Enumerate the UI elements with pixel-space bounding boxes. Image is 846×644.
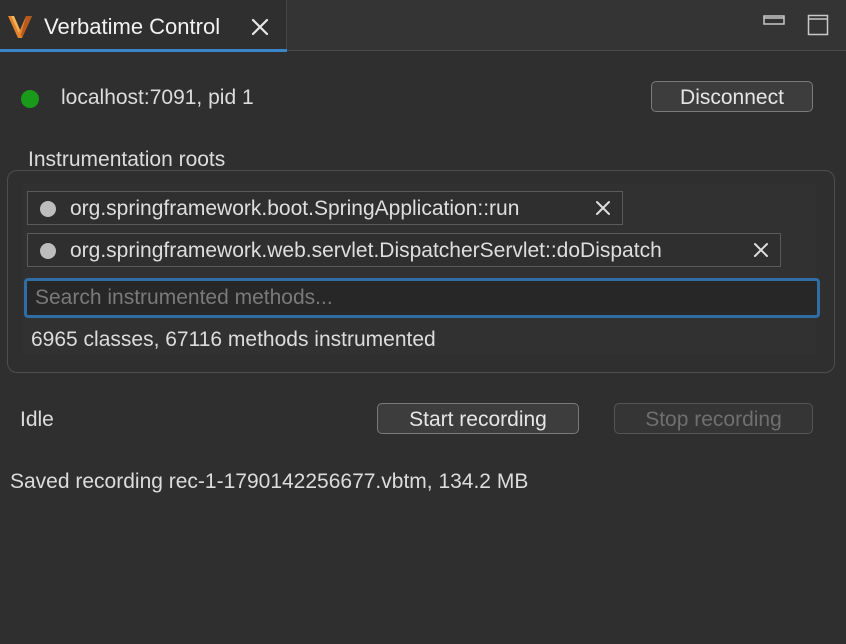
maximize-icon[interactable] (807, 14, 829, 36)
connection-status-indicator (21, 90, 39, 108)
recording-state-label: Idle (20, 408, 54, 431)
minimize-icon[interactable] (763, 14, 785, 28)
tab-active-indicator (0, 49, 287, 52)
root-chip-label: org.springframework.boot.SpringApplicati… (70, 197, 520, 220)
root-chip[interactable]: org.springframework.boot.SpringApplicati… (27, 191, 623, 225)
close-icon[interactable] (250, 17, 270, 37)
tab-title: Verbatime Control (44, 14, 221, 39)
saved-recording-message: Saved recording rec-1-1790142256677.vbtm… (10, 470, 529, 493)
view-tab-bar: Verbatime Control (0, 0, 846, 52)
instrumentation-roots-label: Instrumentation roots (28, 148, 226, 171)
search-instrumented-methods-input[interactable] (24, 278, 820, 318)
start-recording-button[interactable]: Start recording (377, 403, 579, 434)
disconnect-button[interactable]: Disconnect (651, 81, 813, 112)
tab-verbatime-control[interactable]: Verbatime Control (0, 0, 287, 52)
root-chip-label: org.springframework.web.servlet.Dispatch… (70, 239, 662, 262)
root-chip[interactable]: org.springframework.web.servlet.Dispatch… (27, 233, 781, 267)
root-status-icon (40, 201, 56, 217)
instrumentation-counts: 6965 classes, 67116 methods instrumented (31, 328, 436, 351)
remove-root-icon[interactable] (595, 200, 611, 216)
verbatime-logo-icon (8, 16, 32, 38)
connection-label: localhost:7091, pid 1 (61, 86, 254, 109)
stop-recording-button[interactable]: Stop recording (614, 403, 813, 434)
root-status-icon (40, 243, 56, 259)
remove-root-icon[interactable] (753, 242, 769, 258)
